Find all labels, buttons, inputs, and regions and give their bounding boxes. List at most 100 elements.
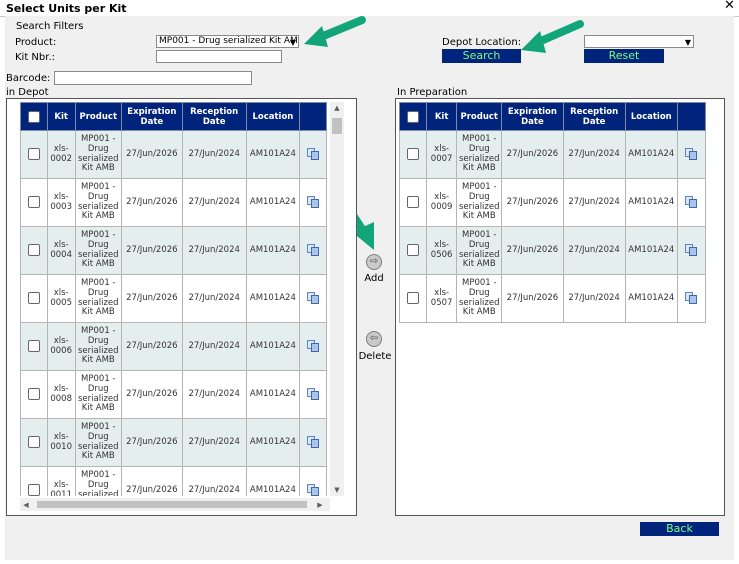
copy-cell — [676, 178, 707, 227]
product-cell: MP001 - Drug serialized Kit AMB — [456, 274, 503, 323]
reset-button[interactable]: Reset — [584, 49, 664, 63]
kit-text: xls-0008 — [50, 383, 72, 404]
copy-icon[interactable] — [685, 148, 698, 161]
row-checkbox[interactable] — [407, 292, 420, 305]
location-text: AM101A24 — [249, 196, 296, 207]
table-row[interactable]: xls-0005 MP001 - Drug serialized Kit AMB 2… — [20, 274, 327, 323]
in-depot-horizontal-scrollbar[interactable]: ◀ ▶ — [20, 498, 330, 511]
location-cell: AM101A24 — [245, 274, 301, 323]
column-location[interactable]: Location — [624, 102, 678, 131]
expiration-date-text: 27/Jun/2026 — [126, 148, 178, 159]
scroll-right-icon[interactable]: ▶ — [316, 501, 324, 509]
row-checkbox[interactable] — [27, 388, 40, 401]
chevron-down-icon: ▼ — [684, 38, 691, 47]
copy-icon[interactable] — [307, 292, 320, 305]
copy-icon[interactable] — [685, 196, 698, 209]
column-actions — [299, 102, 327, 131]
copy-icon[interactable] — [685, 292, 698, 305]
table-row[interactable]: xls-0009 MP001 - Drug serialized Kit AMB 2… — [399, 178, 707, 227]
product-select[interactable]: MP001 - Drug serialized Kit AMB ▼ — [156, 35, 299, 48]
row-checkbox[interactable] — [407, 196, 420, 209]
kit-cell: xls-0011 — [46, 466, 76, 496]
in-depot-rows: xls-0002 MP001 - Drug serialized Kit AMB 2… — [20, 130, 327, 496]
table-row[interactable]: xls-0007 MP001 - Drug serialized Kit AMB 2… — [399, 130, 707, 179]
row-checkbox[interactable] — [27, 244, 40, 257]
row-checkbox[interactable] — [407, 148, 420, 161]
copy-icon[interactable] — [307, 484, 320, 496]
row-checkbox[interactable] — [27, 196, 40, 209]
product-cell: MP001 - Drug serialized Kit AMB — [74, 466, 122, 496]
kit-text: xls-0007 — [430, 143, 453, 164]
table-row[interactable]: xls-0507 MP001 - Drug serialized Kit AMB 2… — [399, 274, 707, 323]
column-kit[interactable]: Kit — [426, 102, 458, 131]
copy-cell — [299, 178, 327, 227]
row-checkbox[interactable] — [27, 340, 40, 353]
product-cell: MP001 - Drug serialized Kit AMB — [74, 178, 122, 227]
kit-text: xls-0507 — [430, 287, 453, 308]
kit-nbr-input[interactable] — [156, 50, 282, 63]
column-reception-date[interactable]: Reception Date — [562, 102, 626, 131]
reception-date-cell: 27/Jun/2024 — [181, 274, 247, 323]
table-row[interactable]: xls-0011 MP001 - Drug serialized Kit AMB 2… — [20, 466, 327, 496]
table-row[interactable]: xls-0010 MP001 - Drug serialized Kit AMB 2… — [20, 418, 327, 467]
close-icon[interactable]: ✕ — [724, 0, 735, 13]
column-expiration-date[interactable]: Expiration Date — [501, 102, 564, 131]
scroll-left-icon[interactable]: ◀ — [22, 501, 30, 509]
copy-icon[interactable] — [307, 340, 320, 353]
scroll-down-icon[interactable]: ▼ — [330, 486, 344, 494]
location-cell: AM101A24 — [245, 322, 301, 371]
copy-icon[interactable] — [307, 148, 320, 161]
location-text: AM101A24 — [628, 244, 675, 255]
row-checkbox[interactable] — [27, 484, 40, 496]
table-row[interactable]: xls-0002 MP001 - Drug serialized Kit AMB 2… — [20, 130, 327, 179]
column-product[interactable]: Product — [74, 102, 122, 131]
copy-icon[interactable] — [685, 244, 698, 257]
table-row[interactable]: xls-0006 MP001 - Drug serialized Kit AMB 2… — [20, 322, 327, 371]
kit-text: xls-0011 — [50, 479, 72, 496]
in-preparation-rows: xls-0007 MP001 - Drug serialized Kit AMB 2… — [399, 130, 707, 323]
delete-label[interactable]: Delete — [355, 351, 395, 362]
barcode-input[interactable] — [54, 71, 252, 85]
in-depot-vertical-scrollbar[interactable]: ▲ ▼ — [330, 102, 344, 496]
reception-date-cell: 27/Jun/2024 — [562, 130, 626, 179]
table-row[interactable]: xls-0506 MP001 - Drug serialized Kit AMB 2… — [399, 226, 707, 275]
row-checkbox[interactable] — [27, 148, 40, 161]
scroll-up-icon[interactable]: ▲ — [330, 104, 344, 112]
product-text: MP001 - Drug serialized Kit AMB — [78, 230, 119, 270]
depot-location-select[interactable]: ▼ — [584, 35, 694, 48]
search-button[interactable]: Search — [442, 49, 521, 63]
column-reception-date[interactable]: Reception Date — [181, 102, 247, 131]
table-row[interactable]: xls-0008 MP001 - Drug serialized Kit AMB 2… — [20, 370, 327, 419]
delete-arrow-icon[interactable]: ⇦ — [366, 331, 382, 347]
kit-cell: xls-0006 — [46, 322, 76, 371]
row-checkbox[interactable] — [27, 436, 40, 449]
scroll-thumb-horizontal[interactable] — [37, 501, 307, 508]
add-label[interactable]: Add — [354, 273, 394, 284]
copy-icon[interactable] — [307, 436, 320, 449]
location-cell: AM101A24 — [245, 370, 301, 419]
copy-icon[interactable] — [307, 196, 320, 209]
select-all-checkbox[interactable] — [27, 110, 40, 123]
column-product[interactable]: Product — [456, 102, 503, 131]
column-kit[interactable]: Kit — [46, 102, 76, 131]
product-text: MP001 - Drug serialized Kit AMB — [458, 278, 500, 318]
row-checkbox[interactable] — [27, 292, 40, 305]
back-button[interactable]: Back — [640, 522, 719, 536]
expiration-date-text: 27/Jun/2026 — [126, 388, 178, 399]
copy-icon[interactable] — [307, 388, 320, 401]
table-row[interactable]: xls-0003 MP001 - Drug serialized Kit AMB 2… — [20, 178, 327, 227]
in-depot-grid-viewport: Kit Product Expiration Date Reception Da… — [20, 102, 330, 496]
column-expiration-date[interactable]: Expiration Date — [120, 102, 183, 131]
add-arrow-icon[interactable]: ⇨ — [366, 254, 382, 270]
column-location[interactable]: Location — [245, 102, 301, 131]
scroll-thumb[interactable] — [332, 118, 342, 134]
location-text: AM101A24 — [249, 484, 296, 495]
in-depot-label: in Depot — [6, 87, 49, 98]
reception-date-text: 27/Jun/2024 — [188, 148, 240, 159]
select-all-checkbox[interactable] — [407, 110, 420, 123]
kit-cell: xls-0005 — [46, 274, 76, 323]
copy-icon[interactable] — [307, 244, 320, 257]
in-preparation-label: In Preparation — [397, 87, 468, 98]
row-checkbox[interactable] — [407, 244, 420, 257]
table-row[interactable]: xls-0004 MP001 - Drug serialized Kit AMB 2… — [20, 226, 327, 275]
